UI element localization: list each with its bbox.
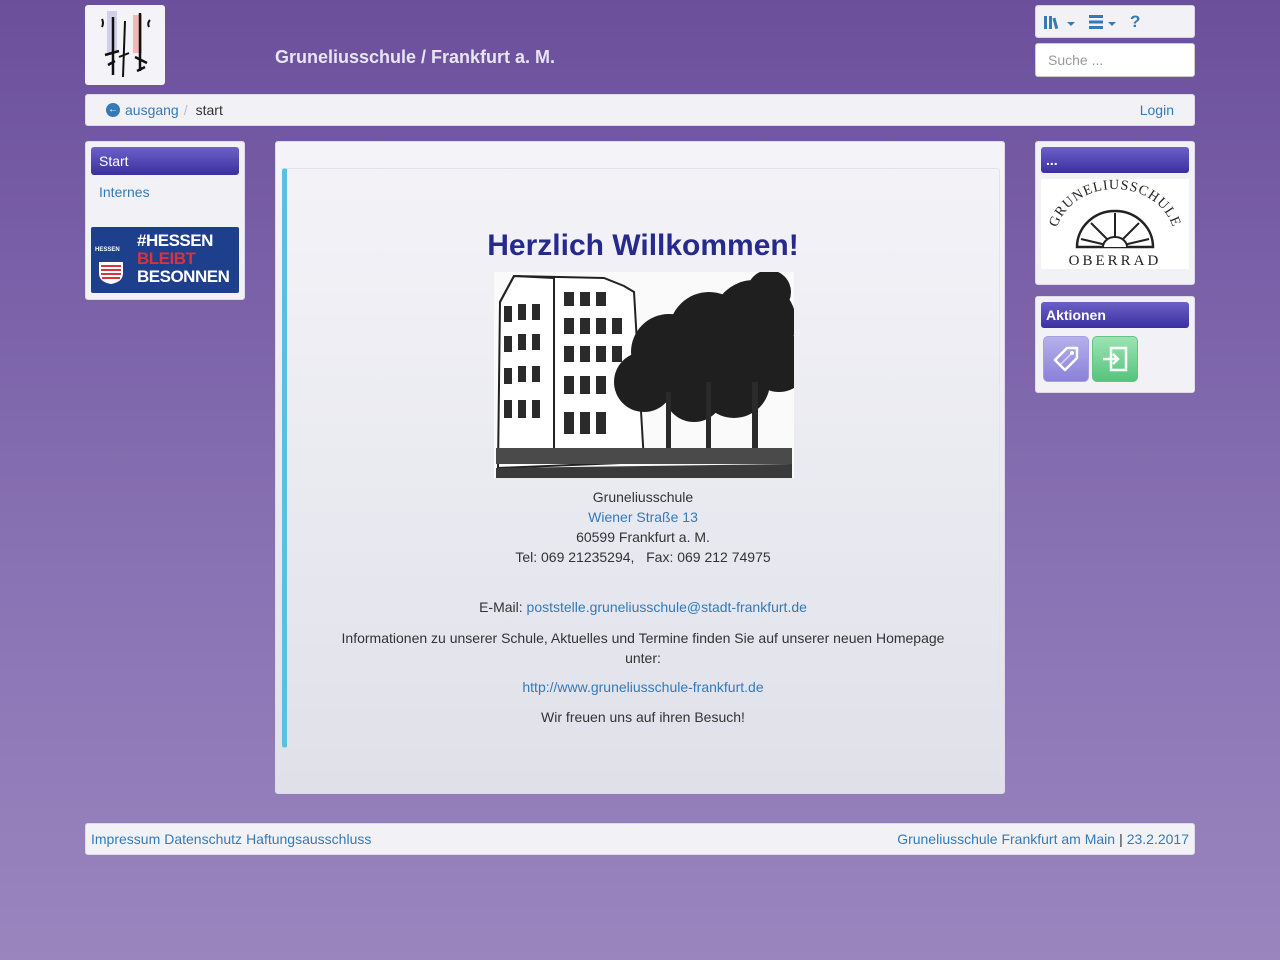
school-name: Gruneliusschule bbox=[592, 489, 694, 505]
arrow-left-icon: ← bbox=[106, 103, 120, 117]
toolbar: ? bbox=[1035, 5, 1195, 38]
breadcrumb-home[interactable]: ← ausgang bbox=[106, 102, 179, 118]
datenschutz-link[interactable]: Datenschutz bbox=[164, 831, 242, 847]
chevron-down-icon bbox=[1067, 21, 1075, 26]
site-title: Gruneliusschule / Frankfurt a. M. bbox=[275, 47, 556, 67]
breadcrumb: ← ausgang / start Login bbox=[85, 94, 1195, 126]
welcome-box: Herzlich Willkommen! Gruneliusschule Wie… bbox=[282, 168, 1000, 748]
haftung-link[interactable]: Haftungsausschluss bbox=[246, 831, 371, 847]
breadcrumb-current: start bbox=[195, 102, 223, 118]
menu-icon bbox=[1089, 14, 1103, 29]
city-line: 60599 Frankfurt a. M. bbox=[576, 529, 710, 545]
right-panel-logo: ... GRUNELIUSSCHULE OBERRAD bbox=[1035, 141, 1195, 285]
sidebar-item-internes[interactable]: Internes bbox=[99, 184, 150, 200]
street-link[interactable]: Wiener Straße 13 bbox=[588, 509, 698, 525]
actions-title: Aktionen bbox=[1041, 302, 1189, 328]
welcome-heading: Herzlich Willkommen! bbox=[487, 229, 799, 262]
footer-right: Gruneliusschule Frankfurt am Main | 23.2… bbox=[897, 831, 1189, 847]
seal-bottom-text: OBERRAD bbox=[1069, 253, 1162, 269]
panel-title: ... bbox=[1041, 147, 1189, 173]
login-icon bbox=[1103, 346, 1128, 372]
closing-text: Wir freuen uns auf ihren Besuch! bbox=[541, 709, 745, 725]
phone-line: Tel: 069 21235294, Fax: 069 212 74975 bbox=[515, 549, 771, 565]
footer-separator: | bbox=[1119, 831, 1123, 847]
impressum-link[interactable]: Impressum bbox=[91, 831, 160, 847]
banner-small-text: HESSEN bbox=[95, 247, 120, 253]
banner-line-2: BLEIBT bbox=[137, 249, 196, 268]
footer-org-link[interactable]: Gruneliusschule Frankfurt am Main bbox=[897, 831, 1115, 847]
login-link[interactable]: Login bbox=[1140, 102, 1174, 118]
main-panel: Herzlich Willkommen! Gruneliusschule Wie… bbox=[275, 141, 1005, 794]
email-line: E-Mail: poststelle.gruneliusschule@stadt… bbox=[287, 599, 999, 615]
sidebar-item-start[interactable]: Start bbox=[91, 147, 239, 175]
hessen-crest-icon bbox=[99, 262, 123, 284]
breadcrumb-home-label[interactable]: ausgang bbox=[125, 102, 179, 118]
tag-icon bbox=[1053, 346, 1079, 372]
school-seal: GRUNELIUSSCHULE OBERRAD bbox=[1041, 178, 1189, 269]
site-logo[interactable] bbox=[85, 5, 165, 85]
tag-button[interactable] bbox=[1043, 336, 1089, 382]
login-action-button[interactable] bbox=[1092, 336, 1138, 382]
hessen-banner[interactable]: HESSEN #HESSEN BLEIBT BESONNEN bbox=[91, 227, 239, 293]
left-sidebar: Start Internes HESSEN #HESSEN BLEIBT BES… bbox=[85, 141, 245, 300]
help-button[interactable]: ? bbox=[1130, 12, 1140, 32]
right-panel-actions: Aktionen bbox=[1035, 296, 1195, 393]
info-paragraph: Informationen zu unserer Schule, Aktuell… bbox=[341, 630, 945, 666]
footer-date-link[interactable]: 23.2.2017 bbox=[1127, 831, 1189, 847]
page-menu[interactable] bbox=[1089, 14, 1116, 29]
homepage-link[interactable]: http://www.gruneliusschule-frankfurt.de bbox=[522, 679, 763, 695]
footer: Impressum Datenschutz Haftungsausschluss… bbox=[85, 823, 1195, 855]
breadcrumb-separator: / bbox=[183, 102, 188, 118]
email-label: E-Mail: bbox=[479, 599, 527, 615]
email-link[interactable]: poststelle.gruneliusschule@stadt-frankfu… bbox=[527, 599, 807, 615]
school-building-photo bbox=[494, 272, 794, 478]
search-input[interactable] bbox=[1035, 43, 1195, 77]
library-icon bbox=[1044, 15, 1059, 29]
chevron-down-icon bbox=[1108, 21, 1116, 26]
library-menu[interactable] bbox=[1044, 14, 1075, 30]
banner-line-1: #HESSEN bbox=[137, 231, 213, 250]
banner-line-3: BESONNEN bbox=[137, 267, 230, 286]
